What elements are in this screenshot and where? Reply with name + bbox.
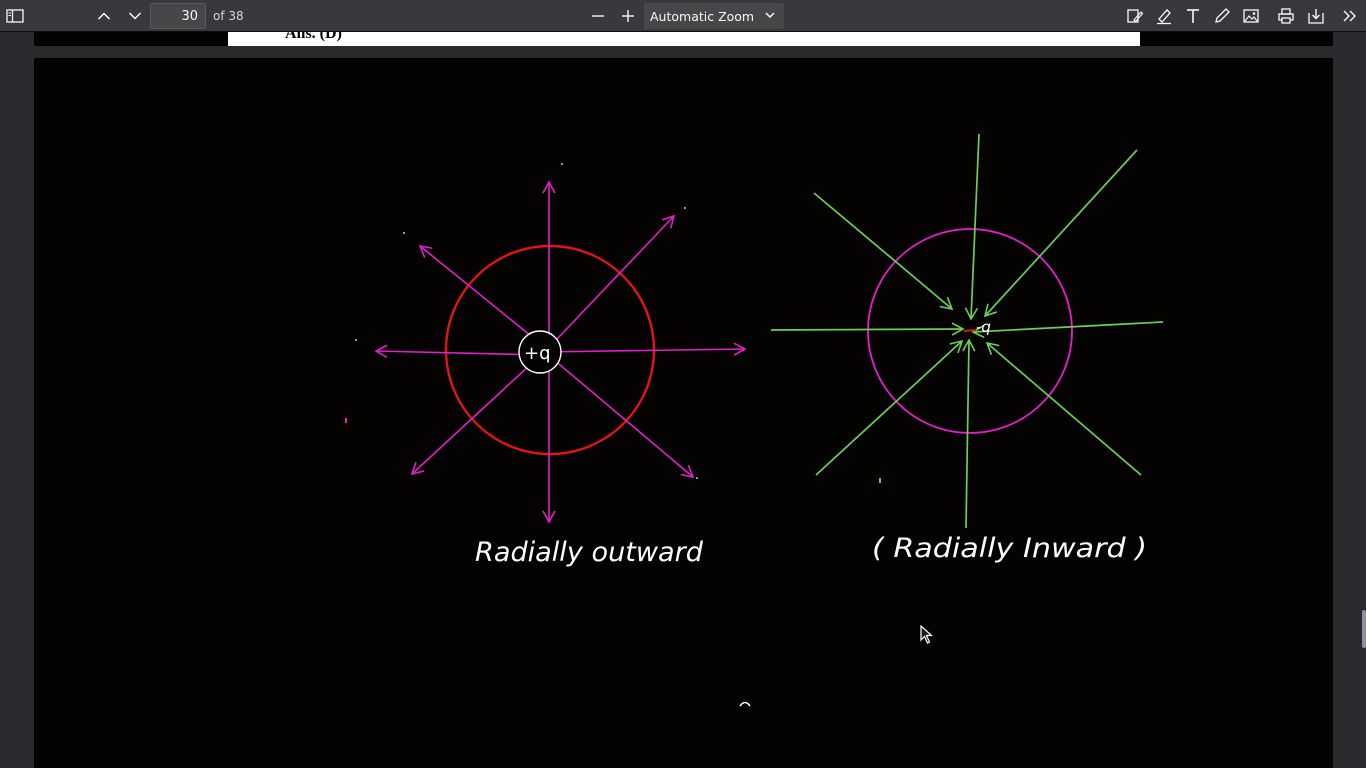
negative-charge-label: -q (976, 318, 991, 336)
document-viewer[interactable]: Ans. (D) +q Radially outward -q (Radial… (0, 32, 1366, 768)
current-page: +q Radially outward -q (Radially Inward… (34, 58, 1333, 768)
next-page-button[interactable] (122, 3, 148, 29)
field-line-left (770, 322, 965, 336)
left-caption: Radially outward (475, 537, 704, 568)
zoom-select-value: Automatic Zoom (650, 8, 755, 24)
field-line-bottom (962, 338, 976, 529)
highlight-button[interactable] (1122, 3, 1148, 29)
zoom-in-button[interactable] (615, 3, 641, 29)
field-arrow-right (541, 342, 747, 356)
chalk-stroke (739, 701, 751, 707)
whiteboard-drawing: +q Radially outward -q (Radially Inward… (345, 133, 1164, 707)
sidebar-toggle-button[interactable] (2, 3, 28, 29)
chevron-up-icon (97, 12, 111, 20)
field-line-downleft (815, 339, 964, 476)
text-icon (1187, 9, 1199, 23)
add-text-button[interactable] (1180, 3, 1206, 29)
pdf-toolbar: of 38 Automatic Zoom (0, 0, 1366, 32)
field-line-right (971, 321, 1164, 339)
chevron-down-icon (128, 12, 142, 20)
field-line-downright (985, 341, 1142, 476)
print-button[interactable] (1273, 3, 1299, 29)
field-arrow-downleft (410, 351, 545, 476)
positive-charge-label: +q (524, 343, 551, 364)
zoom-out-icon (592, 15, 604, 17)
zoom-select[interactable]: Automatic Zoom (644, 3, 784, 29)
page-number-input[interactable] (150, 3, 206, 29)
draw-button[interactable] (1151, 3, 1177, 29)
previous-page-button[interactable] (91, 3, 117, 29)
answer-text: Ans. (D) (285, 32, 342, 42)
signature-icon (1215, 8, 1230, 23)
field-line-upleft (813, 192, 954, 311)
field-arrow-downright (539, 347, 695, 479)
field-arrow-left (374, 344, 543, 358)
vertical-scrollbar[interactable] (1362, 610, 1366, 648)
more-tools-button[interactable] (1337, 3, 1363, 29)
magenta-dot (345, 418, 347, 423)
image-icon (1243, 9, 1259, 23)
previous-page-bottom: Ans. (D) (34, 32, 1333, 46)
field-line-upright (983, 149, 1138, 318)
green-dot (879, 478, 881, 483)
right-caption: ( Radially Inward ) (872, 533, 1147, 564)
zoom-out-button[interactable] (585, 3, 611, 29)
field-line-top (964, 133, 980, 321)
print-icon (1278, 8, 1294, 24)
more-tools-icon (1343, 10, 1356, 22)
chalk-dots (355, 163, 698, 479)
add-image-button[interactable] (1238, 3, 1264, 29)
negative-charge-mark (963, 329, 977, 332)
mouse-cursor-icon (920, 625, 934, 644)
zoom-in-icon (622, 10, 634, 22)
draw-icon (1157, 9, 1171, 25)
signature-button[interactable] (1209, 3, 1235, 29)
previous-page-content: Ans. (D) (228, 32, 1140, 46)
download-button[interactable] (1303, 3, 1329, 29)
chevron-down-icon (765, 12, 775, 19)
page-count-label: of 38 (213, 9, 244, 23)
sidebar-toggle-icon (6, 9, 24, 23)
download-icon (1308, 9, 1324, 24)
highlight-icon (1127, 9, 1144, 23)
